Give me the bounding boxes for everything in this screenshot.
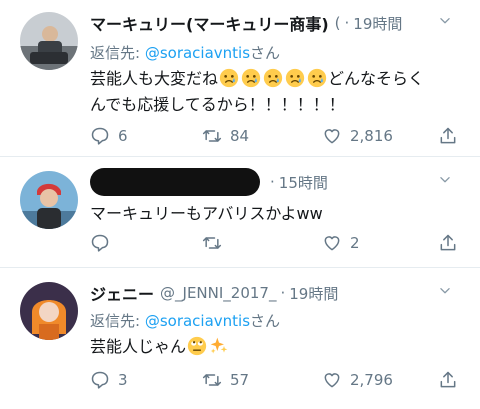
timestamp[interactable]: 19時間 bbox=[353, 13, 402, 34]
timestamp[interactable]: 19時間 bbox=[289, 283, 338, 304]
crying-face-icon bbox=[241, 68, 261, 88]
like-count: 2,816 bbox=[350, 127, 393, 145]
reply-prefix: 返信先: bbox=[90, 312, 145, 330]
share-icon bbox=[438, 126, 458, 146]
share-icon bbox=[438, 233, 458, 253]
retweet-button[interactable]: 57 bbox=[202, 370, 249, 390]
retweet-button[interactable] bbox=[202, 233, 230, 253]
like-button[interactable]: 2,816 bbox=[322, 126, 393, 146]
chevron-down-icon[interactable] bbox=[438, 14, 452, 28]
separator-dot: · bbox=[280, 284, 286, 302]
heart-icon bbox=[322, 126, 342, 146]
like-button[interactable]: 2,796 bbox=[322, 370, 393, 390]
reply-to: 返信先: @soraciavntisさん bbox=[90, 42, 280, 63]
retweet-icon bbox=[202, 233, 222, 253]
reply-mention[interactable]: @soraciavntis bbox=[145, 44, 250, 62]
avatar[interactable] bbox=[20, 282, 78, 340]
reply-mention[interactable]: @soraciavntis bbox=[145, 312, 250, 330]
retweet-button[interactable]: 84 bbox=[202, 126, 249, 146]
reply-button[interactable]: 3 bbox=[90, 370, 128, 390]
tweet-text: 芸能人じゃん bbox=[90, 334, 460, 360]
redacted-name-bar bbox=[90, 168, 260, 196]
avatar[interactable] bbox=[20, 171, 78, 229]
action-bar: 2 bbox=[90, 233, 460, 257]
reply-suffix: さん bbox=[250, 44, 281, 62]
rolling-eyes-face-icon bbox=[187, 336, 207, 356]
retweet-count: 84 bbox=[230, 127, 250, 145]
reply-suffix: さん bbox=[250, 312, 281, 330]
display-name[interactable]: マーキュリー(マーキュリー商事) bbox=[90, 11, 329, 35]
reply-count: 6 bbox=[118, 127, 128, 145]
chevron-down-icon[interactable] bbox=[438, 173, 452, 187]
tweet-header: ジェニー @_JENNI_2017_ · 19時間 bbox=[90, 282, 470, 304]
sparkles-icon bbox=[209, 336, 229, 356]
reply-count: 3 bbox=[118, 371, 128, 389]
display-name[interactable]: ジェニー bbox=[90, 281, 154, 305]
like-button[interactable]: 2 bbox=[322, 233, 360, 253]
like-count: 2 bbox=[350, 234, 360, 252]
action-bar: 3 57 2,796 bbox=[90, 370, 460, 394]
tweet-3[interactable]: ジェニー @_JENNI_2017_ · 19時間 返信先: @soraciav… bbox=[0, 268, 480, 409]
share-button[interactable] bbox=[438, 233, 466, 253]
reply-button[interactable]: 6 bbox=[90, 126, 128, 146]
crying-face-icon bbox=[307, 68, 327, 88]
reply-icon bbox=[90, 233, 110, 253]
tweet-header: · 15時間 bbox=[90, 168, 470, 196]
retweet-icon bbox=[202, 370, 222, 390]
heart-icon bbox=[322, 233, 342, 253]
heart-icon bbox=[322, 370, 342, 390]
crying-face-icon bbox=[285, 68, 305, 88]
separator-dot: · bbox=[270, 173, 275, 191]
tweet-text: 芸能人も大変だね どんなそらく んでも応援してるから！！！！！！ bbox=[90, 66, 460, 118]
retweet-count: 57 bbox=[230, 371, 250, 389]
reply-to: 返信先: @soraciavntisさん bbox=[90, 310, 280, 331]
handle[interactable]: ( bbox=[335, 14, 341, 32]
tweet-2[interactable]: · 15時間 マーキュリーもアバリスかよww 2 bbox=[0, 157, 480, 267]
share-icon bbox=[438, 370, 458, 390]
retweet-icon bbox=[202, 126, 222, 146]
reply-icon bbox=[90, 370, 110, 390]
avatar[interactable] bbox=[20, 12, 78, 70]
crying-face-icon bbox=[263, 68, 283, 88]
reply-prefix: 返信先: bbox=[90, 44, 145, 62]
crying-face-icon bbox=[219, 68, 239, 88]
tweet-header: マーキュリー(マーキュリー商事) ( · 19時間 bbox=[90, 12, 470, 34]
timestamp[interactable]: 15時間 bbox=[279, 172, 328, 193]
reply-button[interactable] bbox=[90, 233, 118, 253]
tweet-text: マーキュリーもアバリスかよww bbox=[90, 204, 323, 223]
share-button[interactable] bbox=[438, 370, 466, 390]
tweet-text-body: 芸能人じゃん bbox=[90, 337, 187, 356]
tweet-text-before: 芸能人も大変だね bbox=[90, 69, 219, 88]
share-button[interactable] bbox=[438, 126, 466, 146]
handle[interactable]: @_JENNI_2017_ bbox=[160, 284, 276, 302]
reply-icon bbox=[90, 126, 110, 146]
action-bar: 6 84 2,816 bbox=[90, 126, 460, 150]
separator-dot: · bbox=[344, 14, 350, 32]
tweet-1[interactable]: マーキュリー(マーキュリー商事) ( · 19時間 返信先: @soraciav… bbox=[0, 0, 480, 152]
chevron-down-icon[interactable] bbox=[438, 284, 452, 298]
like-count: 2,796 bbox=[350, 371, 393, 389]
